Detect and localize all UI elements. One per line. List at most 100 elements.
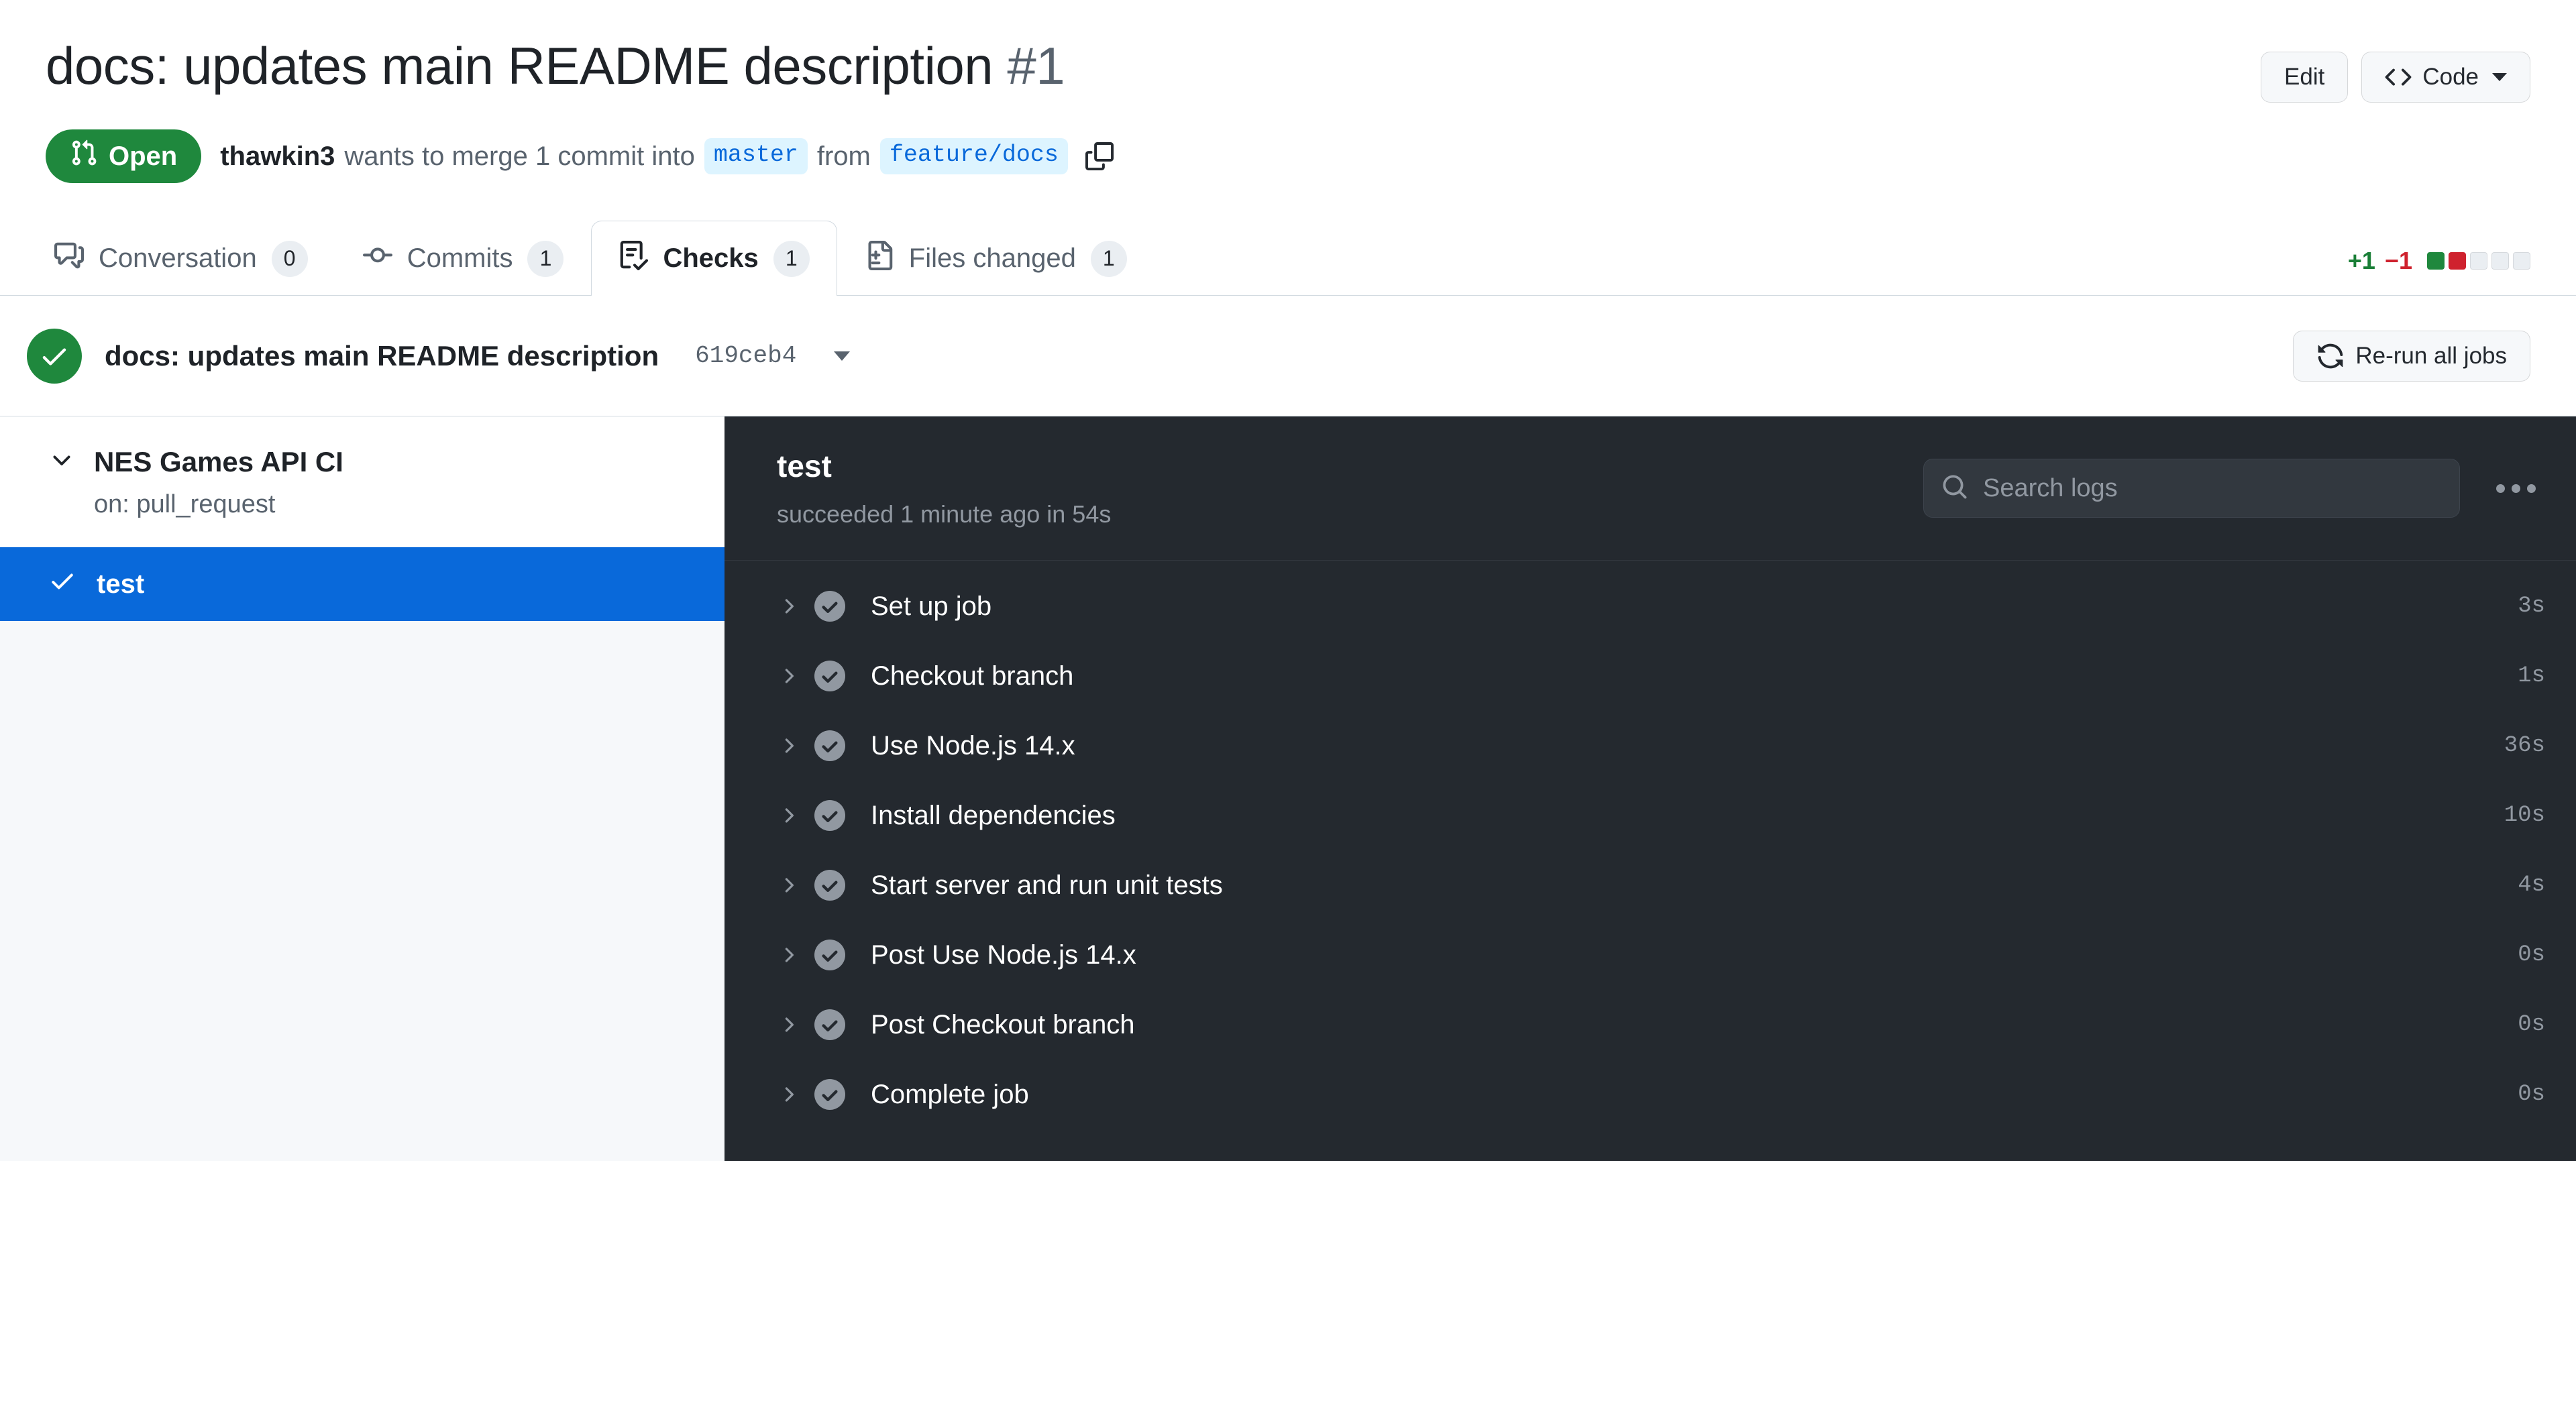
comment-discussion-icon [54,241,84,277]
job-status-text: succeeded 1 minute ago in 54s [777,500,1112,528]
pr-header: docs: updates main README description #1… [0,0,2576,183]
search-logs-input[interactable]: Search logs [1923,459,2460,518]
jobs-sidebar: NES Games API CI on: pull_request test [0,416,724,1161]
table-row[interactable]: Complete job 0s [724,1060,2576,1129]
workflow-name: NES Games API CI [94,446,343,477]
table-row[interactable]: Set up job 3s [724,571,2576,641]
commit-message: docs: updates main README description [105,339,659,372]
tab-checks-label: Checks [663,243,759,273]
edit-button[interactable]: Edit [2261,52,2349,103]
search-logs-placeholder: Search logs [1983,473,2118,502]
step-success-icon [814,1009,871,1040]
step-success-icon [814,940,871,970]
git-pull-request-icon [70,139,98,174]
sync-icon [2316,342,2345,370]
table-row[interactable]: Checkout branch 1s [724,641,2576,711]
tab-conversation[interactable]: Conversation 0 [27,221,335,295]
job-log-title-block: test succeeded 1 minute ago in 54s [777,448,1111,528]
tab-commits[interactable]: Commits 1 [335,221,592,295]
step-success-icon [814,1079,871,1110]
step-duration: 0s [2518,1012,2545,1037]
diffstat-deletions: −1 [2384,247,2412,274]
step-duration: 0s [2518,942,2545,968]
step-name: Use Node.js 14.x [871,730,1075,760]
chevron-right-icon [777,1083,814,1106]
table-row[interactable]: Post Use Node.js 14.x 0s [724,920,2576,990]
pr-author[interactable]: thawkin3 [220,142,335,172]
pr-meta-row: Open thawkin3 wants to merge 1 commit in… [46,129,2530,183]
step-duration: 3s [2518,594,2545,619]
commit-sha[interactable]: 619ceb4 [695,342,796,370]
diffstat-block [2449,252,2466,270]
status-badge: Open [46,129,202,183]
workflow-header[interactable]: NES Games API CI [0,446,724,478]
workflow-trigger: on: pull_request [94,490,276,518]
merge-text-2: from [816,141,871,171]
step-success-icon [814,730,871,761]
job-title: test [777,449,832,484]
table-row[interactable]: Post Checkout branch 0s [724,990,2576,1060]
table-row[interactable]: Start server and run unit tests 4s [724,850,2576,920]
diffstat-block [2491,252,2509,270]
chevron-down-icon [48,447,75,477]
more-options-icon[interactable] [2487,475,2545,502]
table-row[interactable]: Use Node.js 14.x 36s [724,711,2576,781]
step-name: Checkout branch [871,661,1074,691]
base-branch-chip[interactable]: master [704,138,808,174]
workflow-section: NES Games API CI on: pull_request [0,416,724,547]
checklist-icon [619,240,649,277]
diffstat-block [2470,252,2487,270]
commit-bar: docs: updates main README description 61… [0,296,2576,416]
step-duration: 4s [2518,872,2545,898]
sidebar-item-job-test[interactable]: test [0,547,724,621]
code-button-label: Code [2422,64,2479,90]
pr-number: #1 [1007,36,1065,95]
step-duration: 10s [2504,803,2545,828]
diffstat-block [2427,252,2445,270]
table-row[interactable]: Install dependencies 10s [724,781,2576,850]
chevron-right-icon [777,804,814,827]
merge-description: thawkin3 wants to merge 1 commit into ma… [220,138,1114,174]
edit-button-label: Edit [2284,64,2325,90]
tab-checks[interactable]: Checks 1 [591,221,837,296]
step-success-icon [814,591,871,622]
chevron-right-icon [777,944,814,966]
commit-dropdown-icon[interactable] [834,351,851,361]
tab-commits-count: 1 [527,240,564,277]
step-name: Post Use Node.js 14.x [871,940,1136,970]
head-branch-chip[interactable]: feature/docs [879,138,1068,174]
tab-files-changed[interactable]: Files changed 1 [837,221,1155,295]
diffstat-additions: +1 [2347,247,2375,274]
step-name: Post Checkout branch [871,1009,1135,1039]
code-button[interactable]: Code [2361,52,2530,103]
chevron-right-icon [777,595,814,618]
step-success-icon [814,870,871,901]
git-commit-icon [362,241,392,277]
status-badge-label: Open [109,141,178,171]
pr-checks-page: docs: updates main README description #1… [0,0,2576,1413]
chevron-right-icon [777,1013,814,1036]
pr-title-row: docs: updates main README description #1… [46,36,2530,103]
tab-files-changed-label: Files changed [908,243,1076,273]
step-name: Complete job [871,1079,1029,1109]
check-icon [48,567,76,602]
copy-branch-icon[interactable] [1085,142,1114,170]
step-name: Start server and run unit tests [871,870,1223,900]
header-actions: Edit Code [2261,37,2530,103]
job-steps-list: Set up job 3s Checkout branch 1s Use Nod… [724,561,2576,1129]
diffstat-block [2513,252,2530,270]
step-name: Install dependencies [871,800,1116,830]
tab-conversation-label: Conversation [99,243,257,273]
tab-checks-count: 1 [773,240,810,277]
tab-files-changed-count: 1 [1090,240,1127,277]
job-log-panel: test succeeded 1 minute ago in 54s Searc… [724,416,2576,1161]
step-duration: 0s [2518,1082,2545,1107]
code-icon [2385,64,2412,91]
chevron-down-icon [2492,73,2507,81]
diffstat-blocks [2427,252,2530,270]
job-log-header: test succeeded 1 minute ago in 54s Searc… [724,416,2576,561]
search-icon [1941,473,1968,504]
rerun-all-jobs-button[interactable]: Re-run all jobs [2293,330,2530,382]
step-duration: 1s [2518,663,2545,689]
file-diff-icon [865,240,894,277]
